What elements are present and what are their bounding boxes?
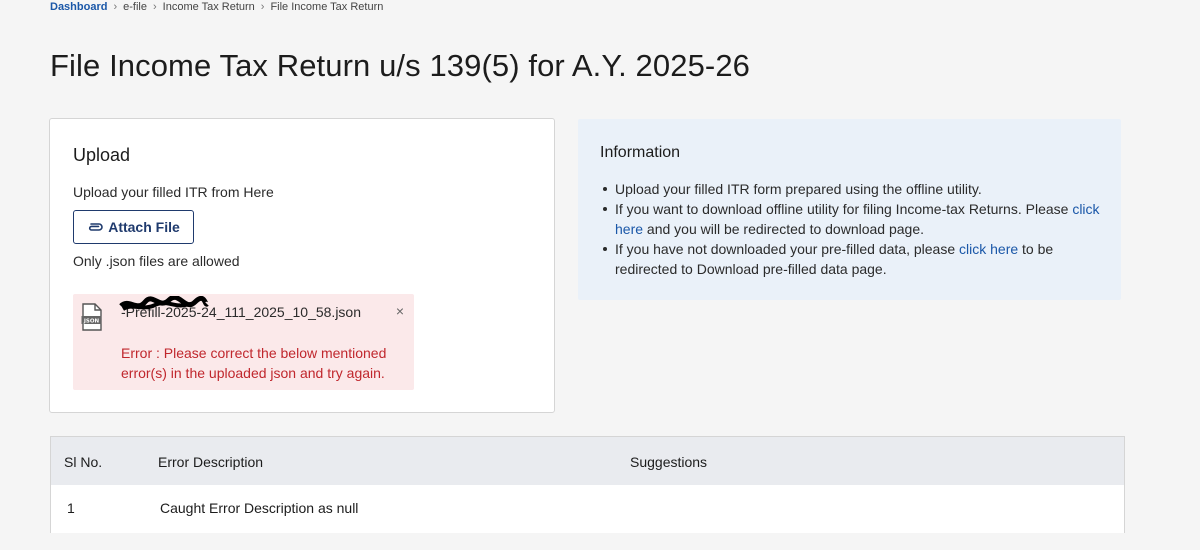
column-header-suggestions: Suggestions bbox=[630, 454, 708, 470]
redaction-scribble bbox=[119, 296, 209, 311]
page: Dashboard › e-file › Income Tax Return ›… bbox=[0, 0, 1200, 550]
info-text: If you have not downloaded your pre-fill… bbox=[615, 241, 956, 257]
breadcrumb: Dashboard › e-file › Income Tax Return ›… bbox=[50, 0, 383, 14]
info-text: Upload your filled ITR form prepared usi… bbox=[615, 181, 982, 197]
page-title: File Income Tax Return u/s 139(5) for A.… bbox=[50, 48, 751, 83]
attach-file-label: Attach File bbox=[108, 219, 180, 235]
attach-file-button[interactable]: Attach File bbox=[73, 210, 194, 244]
info-text: and you will be redirected to download p… bbox=[646, 221, 924, 237]
error-table: Sl No. Error Description Suggestions 1 C… bbox=[50, 436, 1125, 533]
svg-text:JSON: JSON bbox=[83, 319, 100, 325]
list-item: If you have not downloaded your pre-fill… bbox=[600, 239, 1100, 279]
chevron-right-icon: › bbox=[152, 1, 157, 13]
table-row: 1 Caught Error Description as null bbox=[51, 485, 1124, 533]
error-description: Please correct the below mentioned error… bbox=[121, 345, 387, 381]
remove-file-button[interactable]: × bbox=[392, 303, 408, 319]
list-item: Upload your filled ITR form prepared usi… bbox=[600, 179, 1100, 199]
column-header-sl-no: Sl No. bbox=[64, 454, 103, 470]
upload-error-message: Error : Please correct the below mention… bbox=[121, 343, 391, 383]
upload-title: Upload bbox=[73, 145, 131, 165]
information-title: Information bbox=[600, 144, 681, 161]
breadcrumb-file-income-tax-return: File Income Tax Return bbox=[270, 1, 384, 13]
breadcrumb-efile[interactable]: e-file bbox=[123, 1, 147, 13]
chevron-right-icon: › bbox=[260, 1, 265, 13]
column-header-error-description: Error Description bbox=[158, 454, 264, 470]
chevron-right-icon: › bbox=[113, 1, 118, 13]
cell-error-description: Caught Error Description as null bbox=[160, 500, 359, 516]
json-file-icon: JSON bbox=[81, 303, 102, 331]
list-item: If you want to download offline utility … bbox=[600, 199, 1100, 239]
breadcrumb-dashboard[interactable]: Dashboard bbox=[50, 1, 107, 13]
download-prefilled-link[interactable]: click here bbox=[959, 241, 1018, 257]
info-text: If you want to download offline utility … bbox=[615, 201, 1069, 217]
table-header: Sl No. Error Description Suggestions bbox=[51, 437, 1124, 485]
error-prefix: Error : bbox=[121, 345, 160, 361]
breadcrumb-income-tax-return[interactable]: Income Tax Return bbox=[163, 1, 255, 13]
cell-sl-no: 1 bbox=[67, 500, 75, 516]
uploaded-file-error: JSON -Prefill-2025-24_111_2025_10_58.jso… bbox=[73, 294, 414, 390]
paperclip-icon bbox=[89, 223, 103, 231]
information-card: Information Upload your filled ITR form … bbox=[578, 119, 1121, 300]
upload-hint: Upload your filled ITR from Here bbox=[73, 184, 274, 200]
allowed-files-note: Only .json files are allowed bbox=[73, 253, 240, 269]
information-list: Upload your filled ITR form prepared usi… bbox=[600, 179, 1100, 279]
upload-card: Upload Upload your filled ITR from Here … bbox=[49, 118, 555, 413]
